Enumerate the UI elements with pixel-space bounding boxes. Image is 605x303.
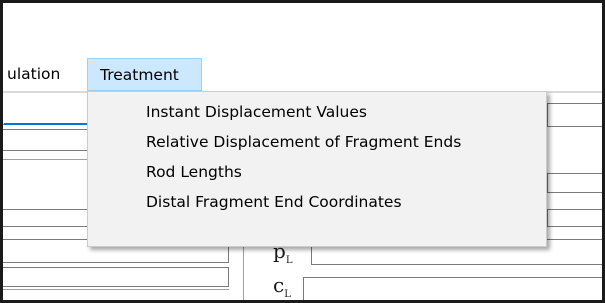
treatment-dropdown-menu: Instant Displacement Values Relative Dis… — [87, 91, 547, 247]
cl-label: cL — [273, 273, 291, 300]
field-right-1[interactable] — [547, 103, 602, 127]
cl-field[interactable] — [303, 277, 602, 300]
menu-item-instant-displacement-values[interactable]: Instant Displacement Values — [88, 97, 546, 127]
app-window: ulation Treatment pL cL Instant Displace… — [0, 0, 605, 303]
menu-treatment[interactable]: Treatment — [87, 58, 202, 91]
panel-separator — [243, 241, 244, 300]
field-5[interactable] — [3, 267, 229, 287]
menu-simulation[interactable]: ulation — [7, 58, 60, 91]
field-3[interactable] — [3, 209, 93, 227]
divider-line — [3, 159, 93, 160]
field-1[interactable] — [3, 99, 93, 125]
field-right-3[interactable] — [547, 209, 602, 227]
divider-line — [3, 289, 229, 290]
menu-item-rod-lengths[interactable]: Rod Lengths — [88, 157, 546, 187]
field-2[interactable] — [3, 129, 93, 151]
field-right-2[interactable] — [547, 173, 602, 193]
menu-item-relative-displacement[interactable]: Relative Displacement of Fragment Ends — [88, 127, 546, 157]
menu-bar: ulation Treatment — [3, 58, 602, 91]
menu-item-distal-fragment-coordinates[interactable]: Distal Fragment End Coordinates — [88, 187, 546, 217]
